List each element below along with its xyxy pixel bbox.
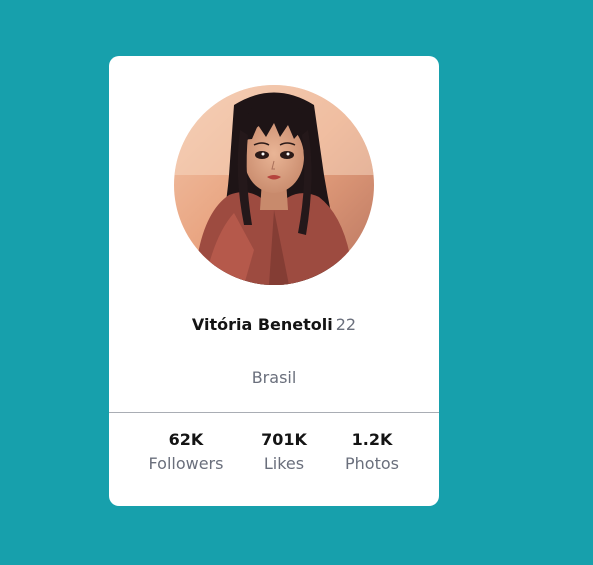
profile-name: Vitória Benetoli [191, 315, 333, 334]
stats-row: 62K Followers 701K Likes 1.2K Photos [109, 429, 439, 489]
divider [109, 412, 439, 413]
profile-age: 22 [335, 315, 357, 334]
profile-location: Brasil [251, 368, 297, 387]
stat-label: Likes [263, 454, 305, 473]
stat-label: Photos [345, 454, 399, 473]
stat-likes: 701K Likes [234, 429, 334, 477]
stat-followers: 62K Followers [136, 429, 236, 477]
avatar [174, 85, 374, 285]
stat-label: Followers [148, 454, 224, 473]
profile-name-line: Vitória Benetoli 22 [109, 314, 439, 336]
stat-value: 1.2K [351, 430, 393, 449]
stat-photos: 1.2K Photos [322, 429, 422, 477]
stat-value: 701K [261, 430, 307, 449]
avatar-image [174, 85, 374, 285]
stat-value: 62K [168, 430, 204, 449]
profile-card: Vitória Benetoli 22 Brasil 62K Followers … [109, 56, 439, 506]
